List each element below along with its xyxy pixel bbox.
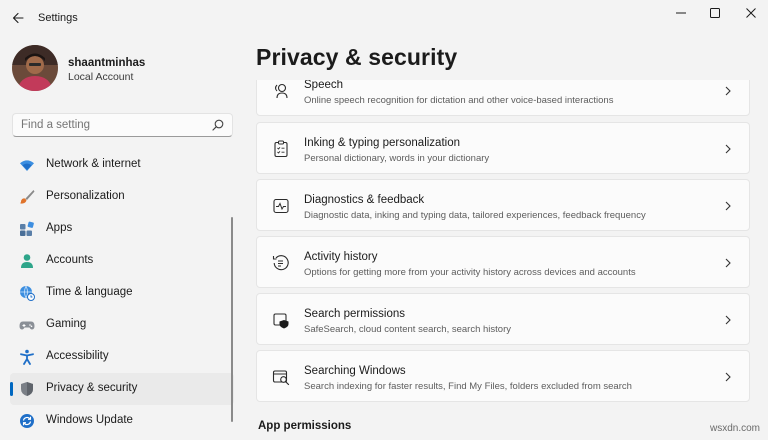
search-window-icon	[272, 370, 290, 386]
sidebar-item-label: Privacy & security	[46, 382, 138, 394]
sidebar-item-gaming[interactable]: Gaming	[10, 309, 234, 341]
card-title: Activity history	[304, 251, 378, 263]
card-description: SafeSearch, cloud content search, search…	[304, 324, 512, 335]
chevron-right-icon	[725, 315, 731, 325]
sidebar-item-label: Accessibility	[46, 350, 109, 362]
sync-icon	[20, 414, 34, 428]
sidebar-item-accessibility[interactable]: Accessibility	[10, 341, 234, 373]
card-description: Personal dictionary, words in your dicti…	[304, 153, 490, 164]
sidebar-item-time-language[interactable]: Time & language	[10, 277, 234, 309]
speech-icon	[274, 83, 288, 99]
clipboard-icon	[274, 140, 288, 158]
sidebar-item-label: Apps	[46, 222, 73, 234]
sidebar-item-apps[interactable]: Apps	[10, 213, 234, 245]
card-diagnostics-feedback[interactable]: Diagnostics & feedback Diagnostic data, …	[256, 179, 750, 231]
chevron-right-icon	[725, 86, 731, 96]
card-title: Diagnostics & feedback	[304, 194, 425, 206]
title-bar: Settings	[0, 0, 768, 38]
gamepad-icon	[19, 321, 35, 330]
globe-clock-icon	[20, 285, 35, 301]
maximize-button[interactable]	[698, 2, 732, 24]
close-icon	[746, 8, 756, 18]
chevron-right-icon	[725, 372, 731, 382]
sidebar-item-personalization[interactable]: Personalization	[10, 181, 234, 213]
page-title: Privacy & security	[256, 44, 458, 70]
sidebar-item-label: Gaming	[46, 318, 87, 330]
card-description: Search indexing for faster results, Find…	[304, 381, 632, 392]
card-speech[interactable]: Speech Online speech recognition for dic…	[256, 80, 750, 116]
app-title: Settings	[38, 12, 78, 24]
sidebar-item-windows-update[interactable]: Windows Update	[10, 405, 234, 437]
card-title: Search permissions	[304, 308, 405, 320]
diagnostics-icon	[273, 198, 289, 214]
back-button[interactable]	[6, 6, 30, 30]
sidebar-item-accounts[interactable]: Accounts	[10, 245, 234, 277]
user-name: shaantminhas	[68, 57, 146, 69]
sidebar-scrollbar[interactable]	[231, 217, 233, 422]
avatar[interactable]	[12, 45, 58, 91]
sidebar-item-label: Network & internet	[46, 158, 141, 170]
card-title: Speech	[304, 80, 344, 91]
search-shield-icon	[273, 313, 289, 329]
chevron-right-icon	[725, 144, 731, 154]
minimize-button[interactable]	[664, 2, 698, 24]
search-input[interactable]	[21, 119, 201, 131]
sidebar-item-label: Personalization	[46, 190, 125, 202]
apps-icon	[20, 221, 34, 236]
card-inking-typing[interactable]: Inking & typing personalization Personal…	[256, 122, 750, 174]
brush-icon	[20, 190, 35, 204]
card-title: Searching Windows	[304, 365, 406, 377]
wifi-icon	[20, 160, 34, 171]
search-box[interactable]	[12, 113, 233, 137]
card-description: Options for getting more from your activ…	[304, 267, 636, 278]
card-title: Inking & typing personalization	[304, 137, 460, 149]
card-description: Online speech recognition for dictation …	[304, 95, 614, 106]
card-activity-history[interactable]: Activity history Options for getting mor…	[256, 236, 750, 288]
sidebar-nav: Network & internet Personalization Apps …	[10, 149, 234, 437]
settings-content: Speech Online speech recognition for dic…	[256, 80, 752, 440]
history-icon	[272, 255, 289, 271]
chevron-right-icon	[725, 201, 731, 211]
sidebar-item-label: Accounts	[46, 254, 94, 266]
chevron-right-icon	[725, 258, 731, 268]
sidebar-item-label: Windows Update	[46, 414, 133, 426]
sidebar-item-label: Time & language	[46, 286, 133, 298]
person-icon	[21, 254, 33, 268]
avatar-photo	[12, 45, 58, 91]
search-icon	[212, 119, 224, 131]
back-arrow-icon	[12, 12, 24, 24]
minimize-icon	[676, 12, 686, 14]
maximize-icon	[710, 8, 720, 18]
sidebar-item-privacy-security[interactable]: Privacy & security	[10, 373, 234, 405]
card-description: Diagnostic data, inking and typing data,…	[304, 210, 646, 221]
shield-icon	[21, 382, 33, 396]
close-button[interactable]	[734, 2, 768, 24]
card-searching-windows[interactable]: Searching Windows Search indexing for fa…	[256, 350, 750, 402]
accessibility-icon	[20, 349, 34, 365]
card-search-permissions[interactable]: Search permissions SafeSearch, cloud con…	[256, 293, 750, 345]
watermark: wsxdn.com	[709, 423, 760, 434]
section-heading-app-permissions: App permissions	[258, 420, 352, 432]
sidebar-item-network[interactable]: Network & internet	[10, 149, 234, 181]
account-type: Local Account	[68, 71, 134, 83]
